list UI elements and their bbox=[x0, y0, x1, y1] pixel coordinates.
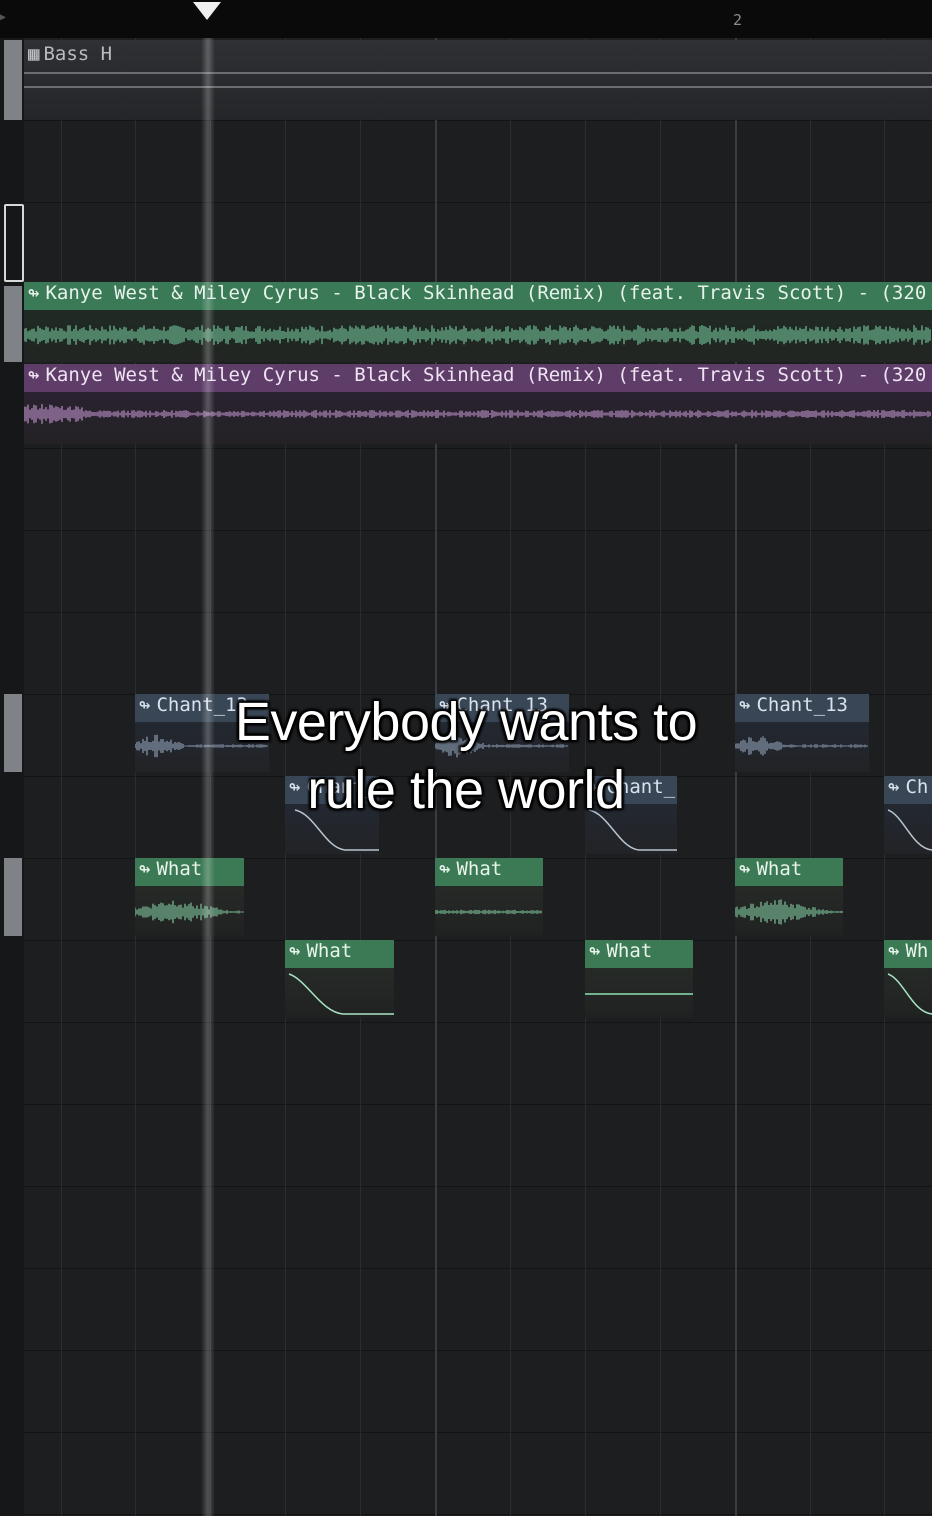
bass-note-line bbox=[24, 72, 932, 74]
track-selector[interactable] bbox=[4, 858, 22, 936]
track-selector[interactable] bbox=[4, 286, 22, 362]
audio-clip-icon: ↬ bbox=[439, 858, 451, 880]
audio-clip-icon: ↬ bbox=[888, 940, 900, 962]
what-waveform bbox=[435, 886, 543, 936]
bass-pattern-clip[interactable]: ▦ Bass H bbox=[24, 40, 932, 120]
audio-clip-icon: ↬ bbox=[739, 858, 751, 880]
what-clip-label: Wh bbox=[905, 940, 929, 962]
what-waveform bbox=[135, 886, 244, 936]
what-clip[interactable]: ↬ What bbox=[135, 858, 244, 936]
playhead-marker-icon[interactable] bbox=[193, 2, 221, 20]
voc-waveform bbox=[24, 392, 932, 444]
bass-clip-label: Bass H bbox=[43, 43, 113, 65]
voc-clip-label: Kanye West & Miley Cyrus - Black Skinhea… bbox=[45, 364, 932, 386]
what-clip-label: What bbox=[156, 858, 203, 880]
track-selector-outline[interactable] bbox=[4, 204, 24, 282]
grid-row-line bbox=[24, 1514, 932, 1515]
scroll-left-icon[interactable]: ▶ bbox=[0, 12, 6, 23]
inst-waveform bbox=[24, 310, 932, 362]
what-clip-label: What bbox=[756, 858, 803, 880]
caption-line-2: rule the world bbox=[307, 760, 625, 820]
grid-row-line bbox=[24, 448, 932, 449]
what-clip[interactable]: ↬ Wh bbox=[884, 940, 932, 1018]
grid-row-line bbox=[24, 1104, 932, 1105]
grid-row-line bbox=[24, 1186, 932, 1187]
grid-row-line bbox=[24, 1268, 932, 1269]
what-clip[interactable]: ↬ What bbox=[735, 858, 843, 936]
what-clip[interactable]: ↬ What bbox=[435, 858, 543, 936]
timeline-ruler[interactable]: ▶ 2 bbox=[0, 0, 932, 39]
what-clip-label: What bbox=[606, 940, 653, 962]
grid-row-line bbox=[24, 120, 932, 121]
track-selector[interactable] bbox=[4, 40, 22, 120]
fade-curve bbox=[285, 968, 394, 1018]
audio-clip-icon: ↬ bbox=[28, 282, 40, 304]
grid-row-line bbox=[24, 940, 932, 941]
audio-clip-icon: ↬ bbox=[289, 940, 301, 962]
audio-clip-icon: ↬ bbox=[139, 858, 151, 880]
what-clip-label: What bbox=[456, 858, 503, 880]
what-clip-label: What bbox=[306, 940, 353, 962]
fade-curve bbox=[884, 968, 932, 1018]
caption-line-1: Everybody wants to bbox=[234, 692, 698, 752]
grid-row-line bbox=[24, 1022, 932, 1023]
what-waveform bbox=[735, 886, 843, 936]
grid-row-line bbox=[24, 1432, 932, 1433]
grid-row-line bbox=[24, 612, 932, 613]
audio-clip-icon: ↬ bbox=[589, 940, 601, 962]
what-clip[interactable]: ↬ What bbox=[285, 940, 394, 1018]
what-clip[interactable]: ↬ What bbox=[585, 940, 693, 1018]
grid-row-line bbox=[24, 530, 932, 531]
bar-number-label: 2 bbox=[733, 11, 743, 29]
pattern-icon: ▦ bbox=[28, 43, 40, 65]
flat-waveform bbox=[585, 968, 693, 1018]
video-caption: Everybody wants to rule the world bbox=[0, 688, 932, 824]
grid-row-line bbox=[24, 202, 932, 203]
grid-row-line bbox=[24, 1350, 932, 1351]
voc-audio-clip[interactable]: ↬ Kanye West & Miley Cyrus - Black Skinhe… bbox=[24, 364, 932, 444]
inst-audio-clip[interactable]: ↬ Kanye West & Miley Cyrus - Black Skinhe… bbox=[24, 282, 932, 362]
inst-clip-label: Kanye West & Miley Cyrus - Black Skinhea… bbox=[45, 282, 932, 304]
bass-note-line bbox=[24, 86, 932, 88]
audio-clip-icon: ↬ bbox=[28, 364, 40, 386]
